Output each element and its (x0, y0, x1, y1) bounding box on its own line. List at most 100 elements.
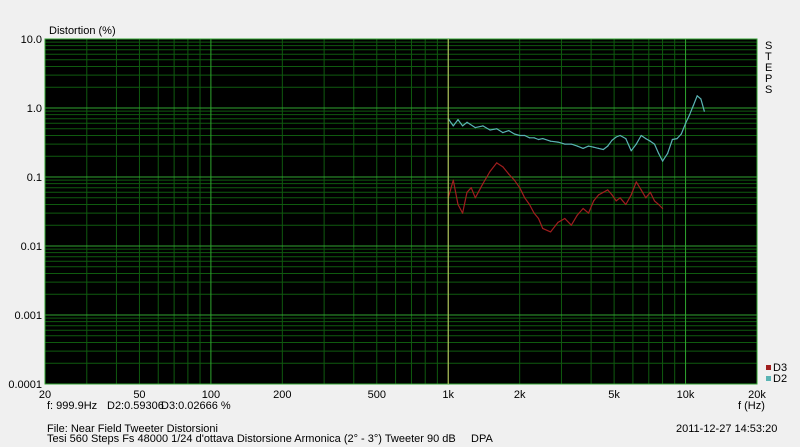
data-point-d2 (496, 128, 498, 130)
data-point-d2 (607, 145, 609, 147)
data-point-d3 (452, 179, 454, 181)
data-point-d2 (587, 145, 590, 147)
data-point-d2 (482, 125, 484, 127)
data-point-d2 (466, 121, 468, 123)
data-point-d3 (635, 181, 637, 183)
data-point-d2 (703, 110, 705, 112)
data-point-d2 (524, 134, 526, 137)
data-point-d2 (576, 145, 578, 147)
y-tick-label: 0.01 (21, 241, 42, 253)
data-point-d3 (662, 207, 664, 210)
data-point-d2 (542, 138, 544, 140)
data-point-d3 (570, 224, 572, 226)
data-point-d2 (598, 147, 600, 149)
x-tick-label: 10k (677, 389, 695, 401)
data-point-d3 (640, 189, 642, 191)
data-point-d2 (653, 143, 656, 145)
data-point-d2 (593, 146, 595, 148)
data-point-d3 (496, 162, 498, 164)
data-point-d3 (524, 197, 526, 199)
data-point-d2 (519, 134, 521, 137)
data-point-d2 (625, 138, 627, 140)
data-point-d2 (557, 141, 559, 143)
data-point-d3 (466, 191, 468, 193)
data-point-d2 (630, 150, 632, 152)
data-point-d3 (457, 203, 459, 206)
data-point-d3 (653, 200, 656, 202)
data-point-d2 (533, 137, 535, 139)
data-point-d2 (645, 138, 647, 140)
data-point-d2 (635, 143, 637, 145)
plot-background[interactable] (45, 39, 757, 384)
data-point-d3 (519, 187, 521, 189)
legend-label-d2: D2 (773, 373, 788, 385)
data-point-d3 (587, 212, 590, 214)
timestamp: 2011-12-27 14:53:20 (676, 423, 778, 435)
measurement-description: Tesi 560 Steps Fs 48000 1/24 d'ottava Di… (47, 433, 493, 445)
data-point-d3 (630, 194, 632, 196)
data-point-d2 (457, 119, 459, 121)
data-point-d2 (676, 138, 678, 140)
data-point-d2 (550, 140, 552, 142)
data-point-d3 (528, 203, 531, 206)
data-point-d3 (564, 217, 566, 220)
data-point-d2 (611, 139, 613, 141)
data-point-d2 (489, 129, 491, 131)
y-tick-label: 0.0001 (8, 379, 42, 391)
legend-item-d2[interactable]: D2 (766, 373, 787, 385)
data-point-d2 (462, 125, 464, 127)
data-point-d2 (649, 140, 651, 142)
data-point-d3 (607, 189, 609, 191)
legend-swatch-d2 (766, 376, 771, 381)
data-point-d3 (533, 212, 535, 214)
data-point-d3 (576, 214, 578, 216)
data-point-d3 (645, 197, 647, 199)
data-point-d2 (692, 104, 695, 106)
data-point-d3 (474, 197, 476, 199)
data-point-d3 (508, 173, 510, 175)
y-tick-label: 10.0 (21, 34, 42, 46)
data-point-d2 (602, 148, 604, 151)
data-point-d2 (696, 95, 698, 97)
distortion-chart[interactable]: 10.01.00.10.010.0010.000120 50 100 200 500 1k… (0, 0, 800, 447)
data-point-d2 (689, 114, 691, 116)
data-point-d2 (452, 125, 454, 127)
data-point-d2 (680, 133, 682, 135)
data-point-d2 (685, 122, 687, 124)
y-tick-label: 1.0 (27, 103, 42, 115)
data-point-d3 (619, 197, 621, 199)
data-point-d2 (619, 134, 621, 137)
data-point-d3 (593, 200, 595, 202)
data-point-d3 (502, 166, 504, 168)
data-point-d3 (611, 194, 613, 196)
data-point-d2 (700, 98, 702, 100)
y-tick-label: 0.1 (27, 172, 42, 184)
x-tick-label: 5k (608, 389, 620, 401)
data-point-d3 (470, 187, 472, 189)
data-point-d3 (537, 217, 540, 220)
x-tick-label: 2k (514, 389, 526, 401)
data-point-d2 (667, 152, 669, 154)
data-point-d3 (649, 191, 651, 193)
data-point-d2 (537, 138, 540, 141)
data-point-d3 (513, 179, 516, 181)
x-axis-unit-label: f (Hz) (738, 400, 765, 412)
data-point-d3 (557, 221, 559, 223)
data-point-d3 (602, 191, 604, 193)
data-point-d2 (615, 136, 617, 138)
data-point-d3 (615, 200, 617, 202)
data-point-d2 (671, 138, 674, 141)
x-tick-label: 500 (368, 389, 386, 401)
distortion-analyzer-window: Distortion (%) 10.0 1.0 0.1 0.01 0.001 0.0001… (0, 0, 800, 447)
data-point-d2 (528, 137, 531, 139)
data-point-d3 (462, 212, 464, 214)
x-tick-label: 1k (442, 389, 454, 401)
data-point-d2 (474, 127, 476, 129)
cursor-d3-readout: D3:0.02666 % (161, 400, 231, 412)
y-tick-label: 0.001 (14, 310, 42, 322)
cursor-frequency-readout: f: 999.9Hz (47, 400, 98, 412)
data-point-d3 (598, 194, 600, 196)
data-point-d3 (582, 207, 584, 210)
data-point-d2 (658, 152, 660, 154)
data-point-d2 (502, 132, 504, 134)
